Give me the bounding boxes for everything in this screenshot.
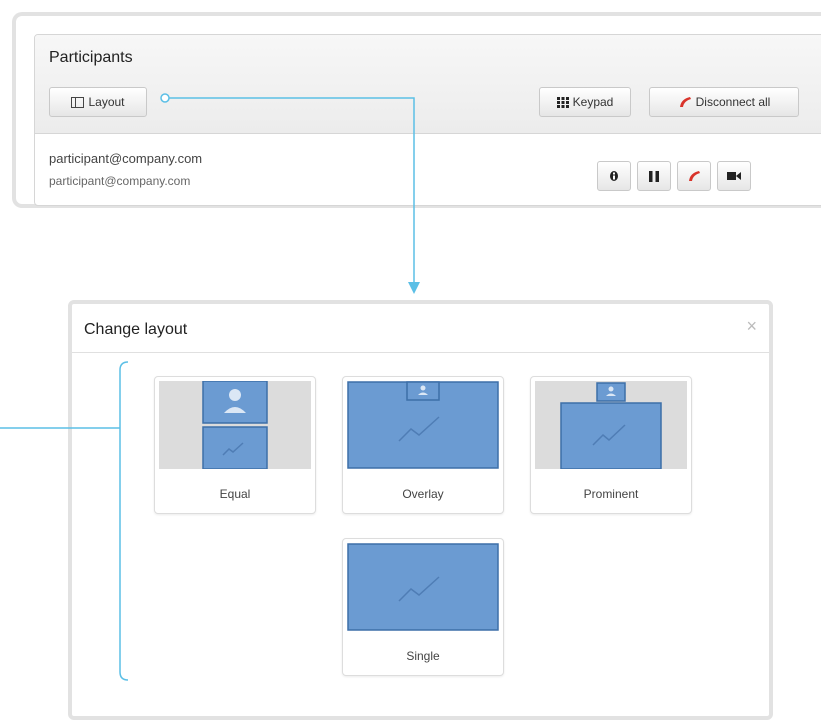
participant-address: participant@company.com [49,174,191,188]
info-icon [610,171,618,181]
layout-button-label: Layout [88,95,125,109]
single-layout-thumbnail [347,543,499,631]
participants-header: Participants Layout Keypad Disconnect al… [35,35,821,134]
disconnect-all-button[interactable]: Disconnect all [649,87,799,117]
layout-option-prominent-label: Prominent [583,487,639,501]
prominent-layout-thumbnail [535,381,687,469]
hangup-button[interactable] [677,161,711,191]
callout-arrowhead [408,282,420,294]
overlay-layout-thumbnail [347,381,499,469]
layout-option-equal-label: Equal [219,487,251,501]
pause-button[interactable] [637,161,671,191]
layout-option-prominent[interactable]: Prominent [530,376,692,514]
keypad-button-label: Keypad [572,95,614,109]
video-button[interactable] [717,161,751,191]
modal-title: Change layout [84,321,188,338]
layout-icon [71,96,85,108]
close-icon[interactable]: × [746,316,757,337]
layout-option-single-label: Single [406,649,440,663]
layout-option-overlay[interactable]: Overlay [342,376,504,514]
hangup-icon [679,97,691,107]
pause-icon [649,170,659,182]
hangup-icon [689,171,700,181]
keypad-icon [556,96,569,108]
change-layout-modal: Change layout × Equal Overlay Prominent … [68,300,773,720]
participants-panel: Participants Layout Keypad Disconnect al… [34,34,821,206]
participant-name: participant@company.com [49,151,203,166]
info-button[interactable] [597,161,631,191]
layout-option-single[interactable]: Single [342,538,504,676]
layout-button[interactable]: Layout [49,87,147,117]
equal-layout-thumbnail [159,381,311,469]
participants-title: Participants [49,49,133,66]
video-icon [727,172,741,180]
layout-option-equal[interactable]: Equal [154,376,316,514]
modal-header: Change layout × [72,304,769,353]
disconnect-all-label: Disconnect all [695,95,771,109]
keypad-button[interactable]: Keypad [539,87,631,117]
layout-option-overlay-label: Overlay [402,487,444,501]
